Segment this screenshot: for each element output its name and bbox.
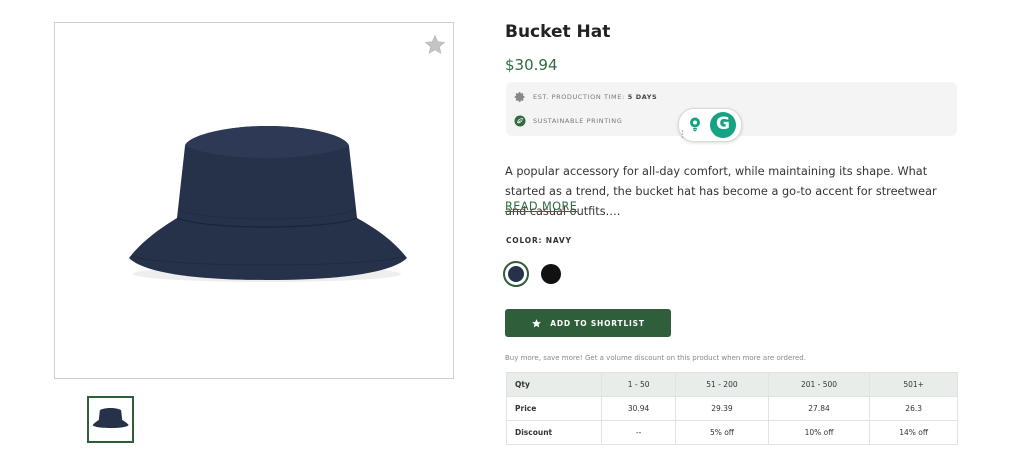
product-title: Bucket Hat — [505, 22, 611, 42]
favorite-star-icon[interactable] — [423, 33, 447, 57]
production-time-label: EST. PRODUCTION TIME: — [533, 93, 625, 101]
bucket-hat-image — [129, 126, 407, 282]
swatch-navy-dot — [508, 266, 524, 282]
product-description: A popular accessory for all-day comfort,… — [505, 165, 937, 218]
volume-pricing-table: Qty 1 - 50 51 - 200 201 - 500 501+ Price… — [506, 372, 958, 445]
production-time-row: EST. PRODUCTION TIME: 5 DAYS — [514, 91, 657, 103]
grammarly-widget[interactable]: G — [678, 108, 742, 142]
table-cell: 26.3 — [869, 396, 958, 421]
grammarly-g-icon[interactable]: G — [710, 112, 736, 138]
lightbulb-icon[interactable] — [687, 116, 703, 132]
product-main-image — [54, 22, 454, 379]
table-cell: 29.39 — [675, 396, 769, 421]
table-header-row: Qty 1 - 50 51 - 200 201 - 500 501+ — [506, 372, 958, 397]
bucket-hat-thumbnail — [92, 407, 129, 429]
table-cell: 5% off — [675, 420, 769, 445]
star-icon — [532, 318, 542, 327]
color-label: COLOR: NAVY — [506, 236, 572, 245]
drag-handle-icon[interactable] — [681, 130, 684, 138]
add-to-shortlist-button[interactable]: ADD TO SHORTLIST — [505, 309, 671, 337]
sustainable-row: SUSTAINABLE PRINTING — [514, 115, 622, 127]
table-cell: 14% off — [869, 420, 958, 445]
product-price: $30.94 — [505, 56, 558, 74]
row-label: Price — [506, 396, 602, 421]
table-row: Price 30.94 29.39 27.84 26.3 — [506, 396, 958, 421]
table-cell: -- — [600, 420, 677, 445]
sustainable-label: SUSTAINABLE PRINTING — [533, 117, 623, 125]
table-row: Discount -- 5% off 10% off 14% off — [506, 420, 958, 445]
color-swatch-navy[interactable] — [503, 261, 529, 287]
thumbnail-image[interactable] — [87, 396, 134, 443]
table-cell: 10% off — [767, 420, 871, 445]
volume-discount-note: Buy more, save more! Get a volume discou… — [505, 354, 806, 362]
add-to-shortlist-label: ADD TO SHORTLIST — [550, 318, 645, 328]
table-header-cell: 51 - 200 — [675, 372, 769, 397]
table-header-cell: Qty — [506, 372, 602, 397]
grammarly-logo-letter: G — [716, 114, 730, 134]
row-label: Discount — [506, 420, 602, 445]
table-header-cell: 1 - 50 — [600, 372, 677, 397]
gear-icon — [514, 92, 525, 102]
production-time-value: 5 DAYS — [627, 93, 658, 101]
read-more-link[interactable]: READ MORE — [505, 200, 577, 213]
table-header-cell: 501+ — [869, 372, 958, 397]
table-header-cell: 201 - 500 — [767, 372, 871, 397]
leaf-icon — [514, 115, 526, 127]
table-cell: 30.94 — [600, 396, 677, 421]
color-swatch-black[interactable] — [541, 264, 561, 284]
table-cell: 27.84 — [767, 396, 871, 421]
